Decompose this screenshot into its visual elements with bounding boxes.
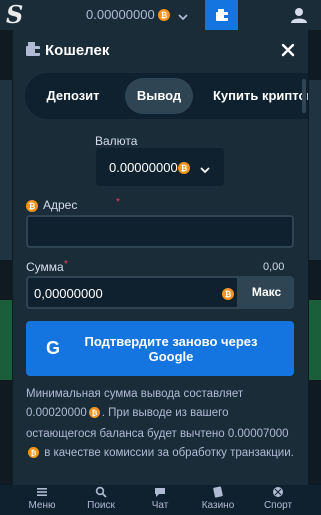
tab-withdraw[interactable]: Вывод (125, 78, 193, 114)
nav-label: Поиск (87, 500, 115, 511)
address-input[interactable] (26, 215, 294, 248)
nav-label: Чат (151, 500, 169, 511)
nav-chat[interactable]: Чат (135, 485, 185, 515)
nav-search[interactable]: Поиск (76, 485, 126, 515)
fee-amount: 0.00007000 (227, 428, 289, 440)
bitcoin-icon: ₿ (88, 406, 100, 425)
wallet-tabs: Депозит Вывод Купить криптовал (25, 73, 308, 119)
sport-icon (273, 487, 283, 497)
svg-text:₿: ₿ (91, 408, 97, 417)
close-icon[interactable] (279, 41, 297, 59)
amount-label: Сумма (26, 260, 64, 274)
chevron-down-icon (200, 162, 210, 174)
nav-sport[interactable]: Спорт (253, 485, 303, 515)
address-label: Адрес (43, 198, 78, 212)
bitcoin-icon: ₿ (158, 8, 170, 26)
nav-label: Меню (28, 500, 56, 511)
top-bar: S 0.00000000 ₿ (0, 0, 321, 30)
note-text: Минимальная сумма вывода составляет (26, 388, 244, 400)
required-marker: * (116, 197, 120, 208)
tab-deposit[interactable]: Депозит (33, 78, 113, 114)
currency-select[interactable]: 0.00000000 ₿ (96, 148, 224, 186)
menu-icon (37, 488, 47, 496)
site-logo[interactable]: S (6, 2, 26, 28)
svg-text:₿: ₿ (31, 448, 37, 457)
tab-buy-crypto[interactable]: Купить криптовал (205, 78, 308, 114)
bitcoin-icon: ₿ (28, 446, 39, 465)
google-reauth-button[interactable]: G Подтвердите заново через Google (26, 321, 294, 376)
balance-value[interactable]: 0.00000000 (86, 7, 155, 22)
currency-label: Валюта (95, 134, 138, 148)
svg-text:₿: ₿ (181, 164, 188, 173)
amount-input[interactable]: 0,00000000 ₿ (26, 276, 239, 309)
background-banner (0, 300, 12, 380)
svg-text:₿: ₿ (225, 290, 232, 299)
background-content (309, 80, 321, 260)
amount-available: 0,00 (263, 261, 285, 273)
nav-label: Спорт (263, 500, 293, 511)
bitcoin-icon: ₿ (178, 161, 190, 179)
note-text: в качестве комиссии за обработку транзак… (44, 447, 294, 459)
nav-menu[interactable]: Меню (17, 485, 67, 515)
google-button-label: Подтвердите заново через Google (84, 334, 258, 364)
modal-title: Кошелек (45, 42, 110, 59)
chevron-down-icon[interactable] (178, 9, 188, 21)
casino-icon (213, 486, 223, 498)
background-content (0, 80, 12, 260)
svg-text:₿: ₿ (161, 11, 168, 20)
search-icon (95, 486, 107, 498)
bitcoin-icon: ₿ (222, 287, 234, 305)
svg-text:₿: ₿ (29, 202, 36, 211)
tabs-scrollbar[interactable] (302, 79, 306, 113)
nav-casino[interactable]: Казино (193, 485, 243, 515)
wallet-button[interactable] (205, 0, 238, 30)
nav-label: Казино (201, 500, 235, 511)
amount-value: 0,00000000 (34, 286, 103, 301)
modal-header: Кошелек (13, 30, 308, 70)
google-icon: G (46, 338, 61, 358)
min-amount: 0.00020000 (26, 407, 87, 419)
amount-field: 0,00000000 ₿ Макс (26, 276, 294, 309)
wallet-icon (215, 9, 228, 21)
required-marker: * (64, 259, 68, 270)
bottom-nav: Меню Поиск Чат Казино Спорт (0, 485, 321, 515)
wallet-icon (25, 41, 41, 57)
withdraw-info-text: Минимальная сумма вывода составляет 0.00… (26, 385, 301, 465)
currency-value: 0.00000000 (109, 160, 178, 175)
max-button[interactable]: Макс (239, 276, 294, 309)
wallet-modal: Кошелек Депозит Вывод Купить криптовал В… (13, 30, 308, 485)
chat-icon (155, 488, 165, 497)
background-banner (309, 300, 321, 380)
user-icon[interactable] (290, 6, 308, 24)
